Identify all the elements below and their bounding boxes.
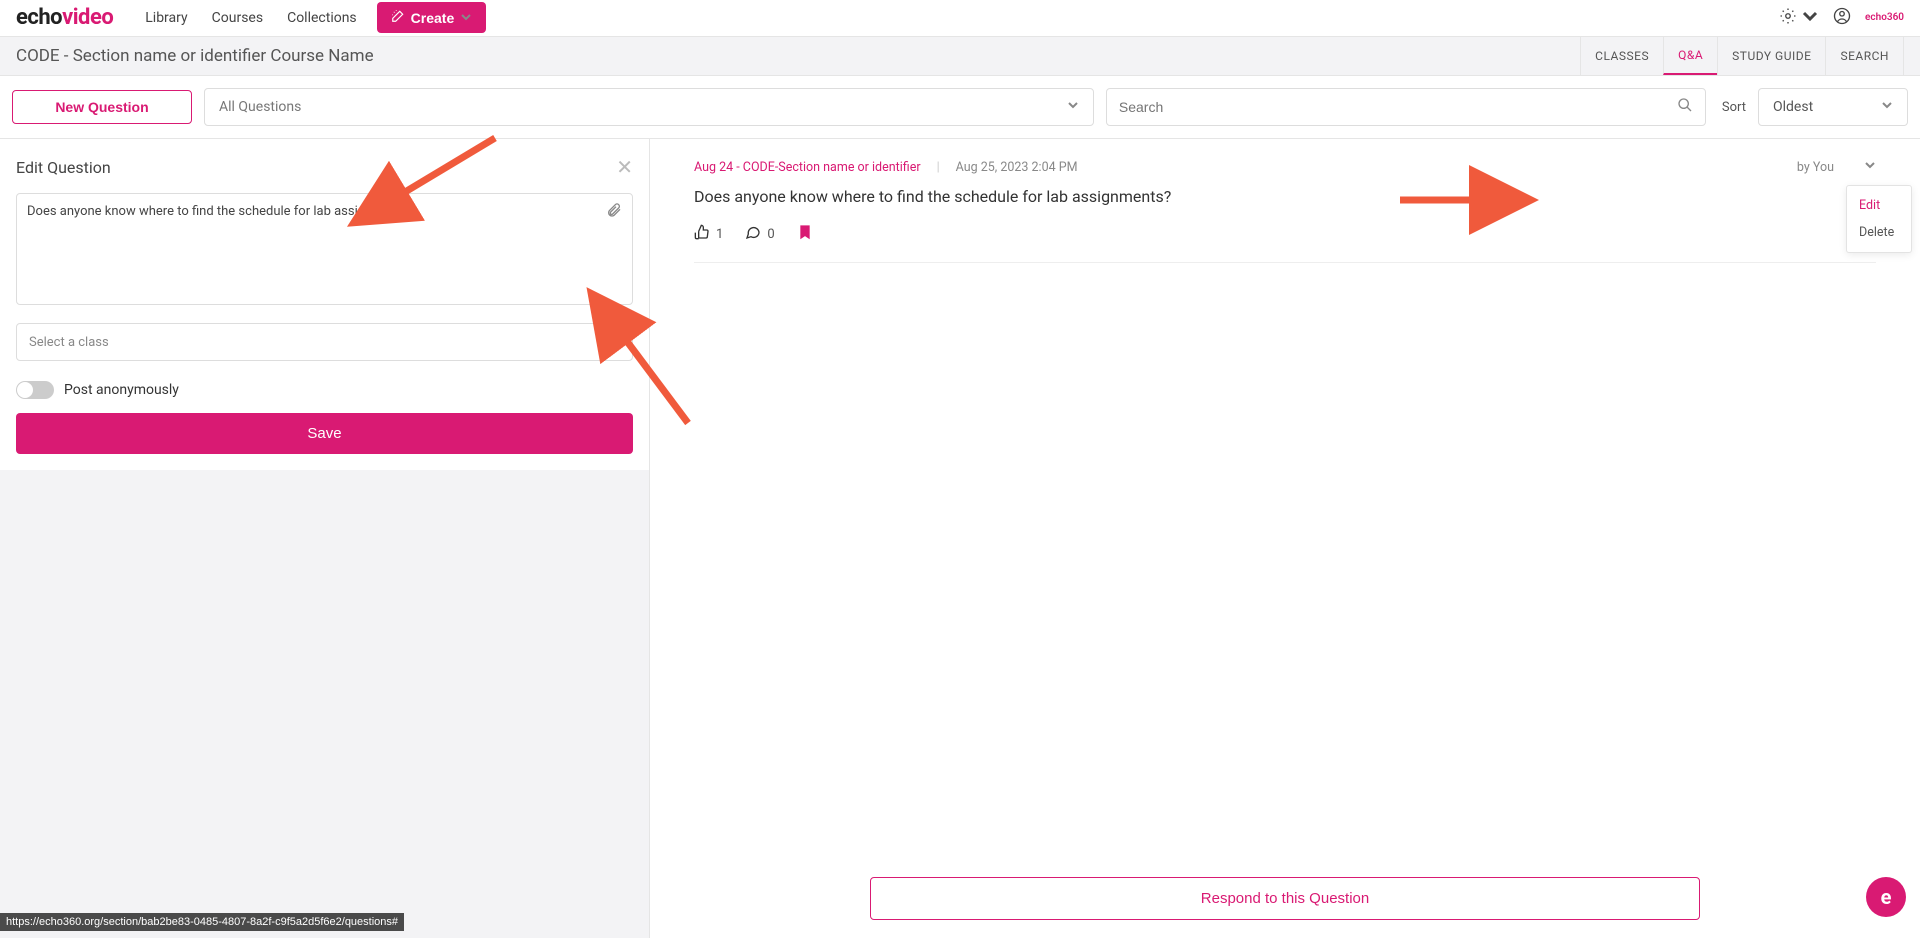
tab-search[interactable]: SEARCH bbox=[1825, 37, 1904, 75]
question-filter-value: All Questions bbox=[219, 99, 301, 115]
menu-edit[interactable]: Edit bbox=[1847, 192, 1911, 219]
nav-library[interactable]: Library bbox=[145, 10, 187, 26]
question-author: by You bbox=[1797, 160, 1834, 175]
paperclip-icon[interactable] bbox=[606, 202, 622, 222]
like-count: 1 bbox=[716, 227, 723, 242]
chevron-down-icon bbox=[608, 334, 620, 350]
sort-select[interactable]: Oldest bbox=[1758, 88, 1908, 126]
course-tabs: CLASSES Q&A STUDY GUIDE SEARCH bbox=[1580, 37, 1904, 75]
search-icon[interactable] bbox=[1677, 97, 1693, 117]
tab-classes[interactable]: CLASSES bbox=[1580, 37, 1663, 75]
sort-label: Sort bbox=[1722, 100, 1746, 115]
user-icon[interactable] bbox=[1833, 7, 1851, 28]
like-button[interactable]: 1 bbox=[694, 224, 723, 244]
chevron-down-icon bbox=[460, 10, 472, 26]
logo-part1: echo bbox=[16, 5, 62, 30]
question-date: Aug 25, 2023 2:04 PM bbox=[956, 160, 1078, 175]
top-nav: echovideo Library Courses Collections Cr… bbox=[0, 0, 1920, 36]
status-url: https://echo360.org/section/bab2be83-048… bbox=[0, 913, 404, 931]
help-badge[interactable]: e bbox=[1866, 877, 1906, 917]
logo-part2: video bbox=[62, 5, 113, 30]
search-box[interactable] bbox=[1106, 88, 1706, 126]
bookmark-button[interactable] bbox=[797, 224, 813, 244]
left-panel: Edit Question ✕ Select a class Post anon… bbox=[0, 139, 650, 938]
create-button[interactable]: Create bbox=[377, 2, 487, 33]
nav-courses[interactable]: Courses bbox=[212, 10, 263, 26]
edit-question-card: Edit Question ✕ Select a class Post anon… bbox=[0, 139, 649, 470]
wand-icon bbox=[391, 9, 405, 26]
question-menu-chevron-icon[interactable] bbox=[1864, 159, 1876, 175]
logo[interactable]: echovideo bbox=[16, 5, 113, 30]
bookmark-icon bbox=[797, 224, 813, 244]
create-label: Create bbox=[411, 10, 455, 26]
nav-links: Library Courses Collections bbox=[145, 10, 356, 26]
nav-collections[interactable]: Collections bbox=[287, 10, 357, 26]
edit-question-title: Edit Question bbox=[16, 158, 111, 177]
respond-bar: Respond to this Question bbox=[694, 877, 1876, 920]
meta-separator: | bbox=[937, 160, 940, 175]
close-icon[interactable]: ✕ bbox=[616, 155, 633, 179]
question-actions: 1 0 bbox=[694, 224, 1876, 263]
select-class-dropdown[interactable]: Select a class bbox=[16, 323, 633, 361]
course-title: CODE - Section name or identifier Course… bbox=[16, 46, 374, 66]
gear-icon[interactable] bbox=[1779, 7, 1797, 28]
comments-button[interactable]: 0 bbox=[745, 224, 774, 244]
main-split: Edit Question ✕ Select a class Post anon… bbox=[0, 139, 1920, 938]
respond-button[interactable]: Respond to this Question bbox=[870, 877, 1700, 920]
save-button[interactable]: Save bbox=[16, 413, 633, 454]
tab-qa[interactable]: Q&A bbox=[1663, 37, 1717, 75]
menu-delete[interactable]: Delete bbox=[1847, 219, 1911, 246]
comment-icon bbox=[745, 224, 761, 244]
question-class-link[interactable]: Aug 24 - CODE-Section name or identifier bbox=[694, 160, 921, 175]
question-text: Does anyone know where to find the sched… bbox=[694, 187, 1876, 206]
question-filter-select[interactable]: All Questions bbox=[204, 88, 1094, 126]
chevron-down-icon bbox=[1881, 99, 1893, 115]
sort-value: Oldest bbox=[1773, 99, 1813, 115]
new-question-button[interactable]: New Question bbox=[12, 90, 192, 124]
post-anon-label: Post anonymously bbox=[64, 382, 179, 398]
secondary-bar: CODE - Section name or identifier Course… bbox=[0, 36, 1920, 76]
comment-count: 0 bbox=[767, 227, 774, 242]
post-anon-row: Post anonymously bbox=[16, 381, 633, 399]
filter-bar: New Question All Questions Sort Oldest bbox=[0, 76, 1920, 139]
chevron-down-icon bbox=[1067, 99, 1079, 115]
right-panel: Aug 24 - CODE-Section name or identifier… bbox=[650, 139, 1920, 938]
search-input[interactable] bbox=[1119, 99, 1677, 115]
question-textarea-wrap bbox=[16, 193, 633, 305]
thumbs-up-icon bbox=[694, 224, 710, 244]
post-anon-toggle[interactable] bbox=[16, 381, 54, 399]
question-textarea[interactable] bbox=[27, 204, 592, 294]
top-right-icons: echo360 bbox=[1779, 7, 1904, 28]
question-meta: Aug 24 - CODE-Section name or identifier… bbox=[694, 159, 1876, 175]
select-class-placeholder: Select a class bbox=[29, 335, 109, 350]
question-context-menu: Edit Delete bbox=[1846, 185, 1912, 253]
tab-study-guide[interactable]: STUDY GUIDE bbox=[1717, 37, 1825, 75]
chevron-down-icon[interactable] bbox=[1801, 7, 1819, 28]
echo360-tag[interactable]: echo360 bbox=[1865, 12, 1904, 23]
